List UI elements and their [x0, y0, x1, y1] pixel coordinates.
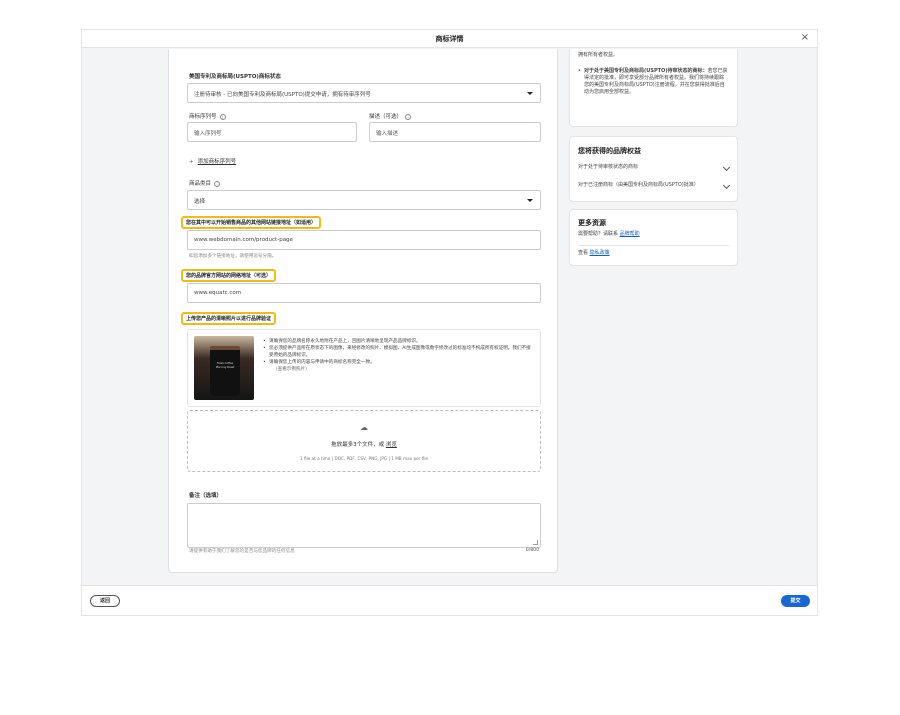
dialog-title: 商标详情 — [435, 35, 464, 43]
browse-link[interactable]: 浏览 — [386, 442, 397, 448]
guideline-item: 请确保您的品牌名称永久地附在产品上，且图片清晰地呈现产品品牌标识。 — [263, 338, 533, 345]
notes-counter: 0/800 — [525, 548, 539, 553]
dialog-header: 商标详情 × — [82, 30, 817, 48]
more-resources-card: 更多资源 需要帮助？请联系 品牌帮助 查看 隐私政策 — [569, 209, 738, 266]
chevron-down-icon — [527, 92, 533, 95]
chevron-down-icon[interactable] — [722, 163, 731, 172]
notes-textarea[interactable] — [187, 503, 541, 548]
notes-label: 备注（选填） — [189, 493, 223, 499]
pending-trademark-bullet: • 对于处于美国专利及商标局(USPTO)待审状态的商标：若您已获得法定的批准，即… — [578, 68, 728, 95]
upload-cloud-icon: ☁ — [360, 423, 368, 432]
category-label: 商品类目 i — [189, 179, 221, 187]
chevron-down-icon[interactable] — [722, 181, 731, 190]
plus-icon: + — [189, 159, 194, 165]
official-site-label: 您的品牌官方网站的网络地址（可选） — [181, 269, 277, 282]
official-site-input[interactable]: www.equatc.com — [187, 283, 541, 303]
uspto-status-select[interactable]: 注册待审核 - 已向美国专利及商标局(USPTO)提交申请，拥有待审序列号 — [187, 83, 541, 103]
privacy-text: 查看 隐私政策 — [578, 250, 610, 256]
dialog-footer: 返回 提交 — [82, 585, 817, 615]
add-serial-link[interactable]: + 添加商标序列号 — [189, 157, 236, 165]
submit-button[interactable]: 提交 — [781, 595, 810, 607]
guideline-item: 您必须提供产品所在原状态下的图像，来经修改的照片、模拟图、AI生成图像或数字修改… — [263, 345, 533, 359]
trademark-details-dialog: 商标详情 × 美国专利及商标局(USPTO)商标状态 注册待审核 - 已向美国专… — [81, 29, 818, 616]
other-sites-hint: 如您添加多个链接地址，请使用逗号分隔。 — [189, 254, 277, 259]
dropzone-text: 拖放最多3个文件，或 浏览 — [331, 442, 397, 448]
other-sites-label: 您在其中可以开始销售商品的其他网站链接地址（如适用） — [181, 216, 322, 229]
view-example-link[interactable]: （查看示例照片） — [263, 366, 533, 373]
resources-title: 更多资源 — [578, 219, 606, 227]
privacy-policy-link[interactable]: 隐私政策 — [590, 250, 610, 256]
uspto-status-label: 美国专利及商标局(USPTO)商标状态 — [189, 74, 281, 80]
info-icon[interactable]: i — [405, 113, 412, 120]
chevron-down-icon — [527, 199, 533, 202]
serial-label: 商标序列号 i — [189, 112, 226, 120]
uspto-status-value: 注册待审核 - 已向美国专利及商标局(USPTO)提交申请，拥有待审序列号 — [194, 92, 371, 98]
back-button[interactable]: 返回 — [90, 595, 120, 607]
other-sites-input[interactable]: www.webdomain.com/product-page — [187, 230, 541, 250]
notes-hint: 请提供有助于我们了解您的是否与您品牌的任何信息 — [189, 549, 295, 554]
divider — [578, 245, 729, 246]
upload-photo-label: 上传您产品的清晰照片以进行品牌验证 — [181, 312, 277, 325]
serial-input[interactable]: 输入序列号 — [187, 122, 357, 142]
brand-benefits-card: 您将获得的品牌权益 对于处于待审核状态的商标 对于已注册商标（由美国专利及商标局… — [569, 136, 738, 202]
benefit-item-registered[interactable]: 对于已注册商标（由美国专利及商标局(USPTO)批准） — [578, 182, 699, 189]
brand-help-text: 需要帮助？请联系 品牌帮助 — [578, 231, 640, 237]
info-icon[interactable]: i — [214, 180, 221, 187]
dropzone-file-hint: 1 file at a time | DOC, PDF, CSV, PNG, J… — [299, 456, 429, 461]
cup-label-text: Fresh Coffee Morning Roast — [215, 362, 235, 369]
benefits-title: 您将获得的品牌权益 — [578, 147, 641, 155]
coffee-cup: Fresh Coffee Morning Roast — [210, 346, 240, 396]
guideline-list: 请确保您的品牌名称永久地附在产品上，且图片清晰地呈现产品品牌标识。 您必须提供产… — [263, 338, 533, 373]
description-input[interactable]: 输入描述 — [369, 122, 541, 142]
dialog-body[interactable]: 美国专利及商标局(USPTO)商标状态 注册待审核 - 已向美国专利及商标局(U… — [82, 49, 817, 586]
close-icon[interactable]: × — [801, 32, 809, 43]
guideline-item: 请确保您上传的内容与申请中的商标名称完全一致。 — [263, 359, 533, 366]
benefit-item-pending[interactable]: 对于处于待审核状态的商标 — [578, 164, 638, 171]
category-select[interactable]: 选择 — [187, 190, 541, 210]
trademark-form: 美国专利及商标局(USPTO)商标状态 注册待审核 - 已向美国专利及商标局(U… — [168, 49, 558, 573]
file-dropzone[interactable]: ☁ 拖放最多3个文件，或 浏览 1 file at a time | DOC, … — [187, 410, 541, 472]
brand-owner-info-card: 拥有所有者权益。 • 对于处于美国专利及商标局(USPTO)待审状态的商标：若您已… — [569, 49, 738, 127]
info-icon[interactable]: i — [219, 113, 226, 120]
owner-info-text: 拥有所有者权益。 — [578, 52, 619, 58]
example-product-image: Fresh Coffee Morning Roast — [194, 336, 254, 400]
description-label: 描述（可选） i — [369, 112, 412, 120]
photo-guidelines: Fresh Coffee Morning Roast 请确保您的品牌名称永久地附… — [187, 329, 541, 407]
resize-handle-icon[interactable] — [533, 540, 538, 545]
brand-help-link[interactable]: 品牌帮助 — [620, 231, 640, 237]
